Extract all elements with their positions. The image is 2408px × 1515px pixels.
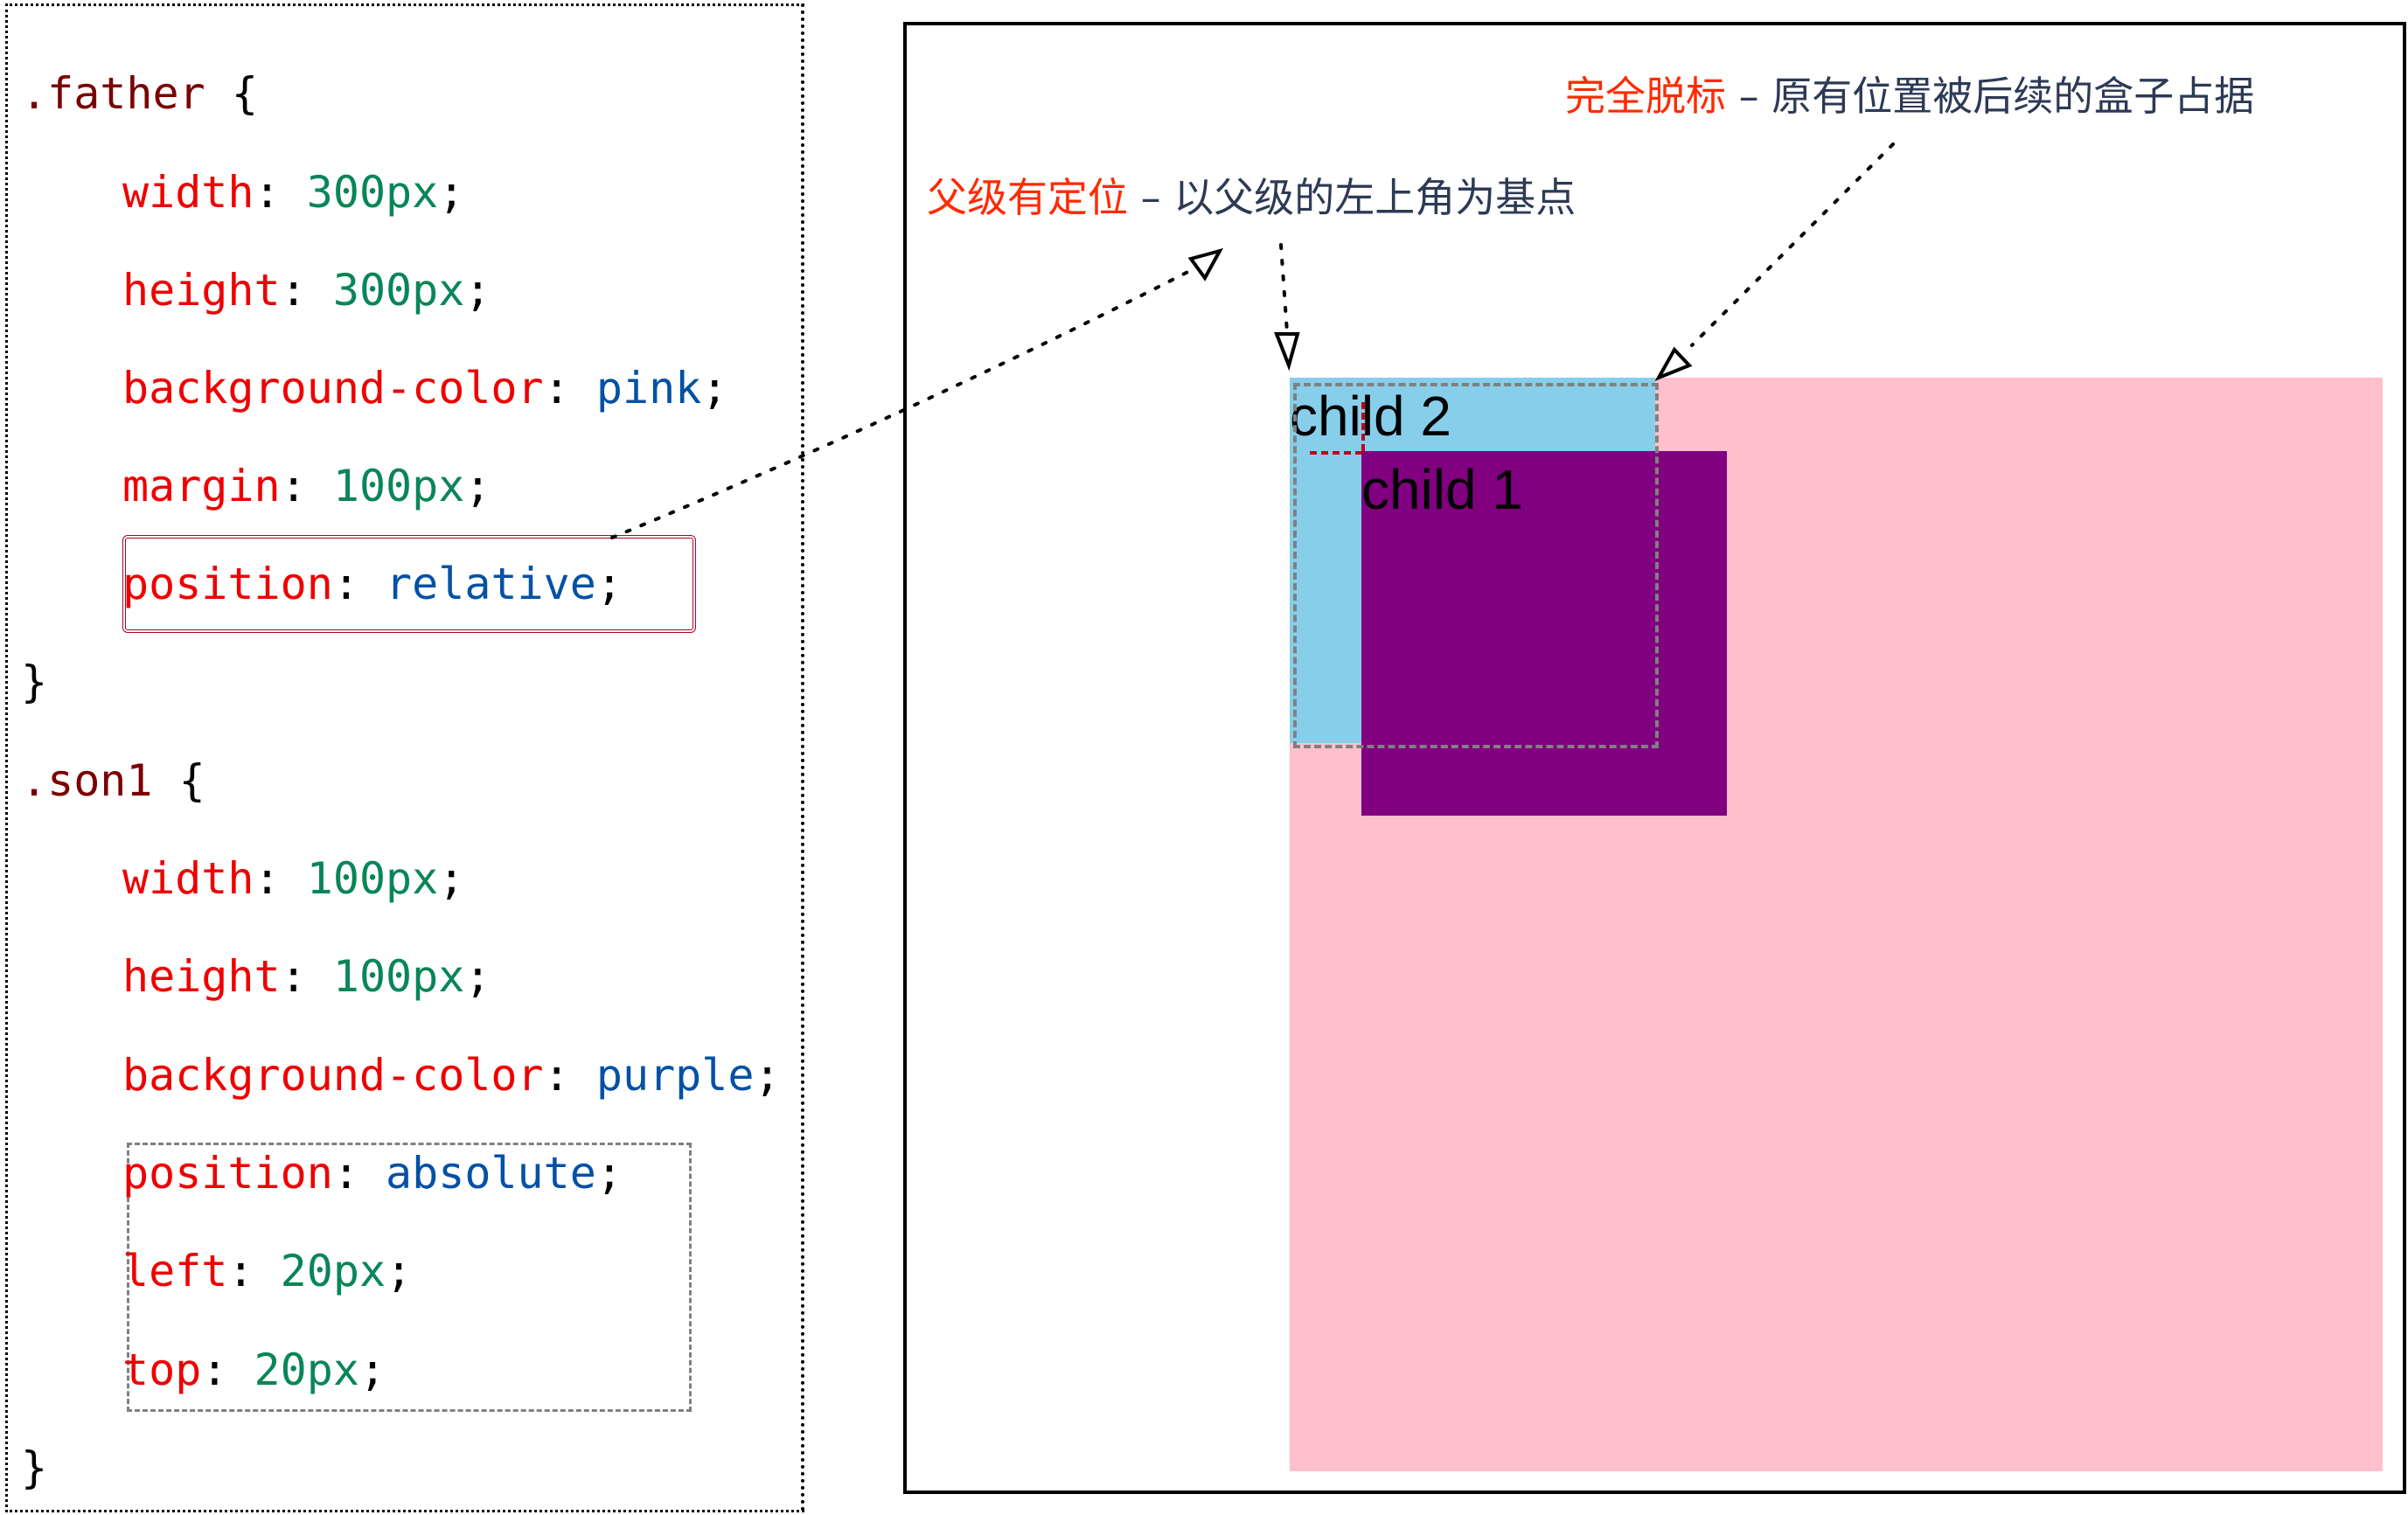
colon: :	[254, 853, 281, 904]
prop-value: absolute	[386, 1148, 596, 1199]
semicolon: ;	[754, 1050, 781, 1101]
annotation-parent-positioned-highlight: 父级有定位	[927, 174, 1128, 221]
decl-son1-left: left: 20px;	[122, 1245, 412, 1297]
open-brace: {	[231, 68, 258, 119]
semicolon: ;	[438, 167, 465, 218]
prop-name: left	[122, 1246, 228, 1296]
semicolon: ;	[358, 1345, 386, 1395]
original-position-outline	[1293, 383, 1659, 748]
semicolon: ;	[464, 951, 491, 1002]
decl-son1-bg: background-color: purple;	[122, 1049, 781, 1102]
prop-value: pink	[595, 363, 702, 413]
offset-left-indicator	[1310, 451, 1362, 455]
prop-value: purple	[595, 1050, 755, 1101]
father-rule-open: .father {	[21, 67, 258, 120]
semicolon: ;	[595, 1148, 623, 1199]
prop-name: position	[122, 559, 333, 609]
open-brace: {	[178, 755, 205, 806]
offset-top-indicator	[1361, 402, 1365, 451]
semicolon: ;	[438, 853, 465, 904]
prop-name: top	[122, 1345, 202, 1395]
semicolon: ;	[701, 363, 728, 413]
prop-value: 300px	[306, 167, 439, 218]
colon: :	[201, 1345, 228, 1395]
prop-value: 100px	[332, 461, 465, 511]
semicolon: ;	[464, 265, 491, 316]
prop-name: height	[122, 265, 281, 316]
prop-name: width	[122, 167, 254, 218]
prop-name: margin	[122, 461, 281, 511]
prop-value: 100px	[306, 853, 439, 904]
colon: :	[543, 363, 570, 413]
colon: :	[332, 559, 359, 609]
decl-son1-position: position: absolute;	[122, 1147, 623, 1199]
prop-value: 100px	[332, 951, 465, 1002]
decl-son1-top: top: 20px;	[122, 1344, 386, 1396]
prop-name: background-color	[122, 1050, 544, 1101]
prop-value: 300px	[332, 265, 465, 316]
colon: :	[280, 461, 307, 511]
semicolon: ;	[464, 461, 491, 511]
decl-father-height: height: 300px;	[122, 264, 491, 316]
son1-rule-close: }	[21, 1442, 47, 1494]
close-brace: }	[21, 1442, 48, 1493]
decl-father-position: position: relative;	[122, 558, 623, 610]
colon: :	[227, 1246, 254, 1296]
son1-selector: .son1	[21, 755, 153, 806]
annotation-parent-positioned: 父级有定位 – 以父级的左上角为基点	[927, 173, 1576, 222]
decl-son1-width: width: 100px;	[122, 852, 464, 905]
prop-name: height	[122, 951, 281, 1002]
colon: :	[332, 1148, 359, 1199]
colon: :	[254, 167, 281, 218]
semicolon: ;	[386, 1246, 413, 1296]
decl-father-bg: background-color: pink;	[122, 362, 727, 414]
semicolon: ;	[595, 559, 623, 609]
prop-value: relative	[386, 559, 596, 609]
decl-father-margin: margin: 100px;	[122, 460, 491, 512]
colon: :	[280, 951, 307, 1002]
annotation-out-of-flow: 完全脱标 – 原有位置被后续的盒子占据	[1565, 72, 2254, 121]
father-rule-close: }	[21, 656, 47, 708]
father-selector: .father	[21, 68, 205, 119]
annotation-out-of-flow-highlight: 完全脱标	[1565, 73, 1726, 120]
decl-son1-height: height: 100px;	[122, 950, 491, 1003]
prop-name: width	[122, 853, 254, 904]
prop-name: position	[122, 1148, 333, 1199]
annotation-out-of-flow-text: – 原有位置被后续的盒子占据	[1726, 73, 2255, 120]
close-brace: }	[21, 657, 48, 707]
colon: :	[543, 1050, 570, 1101]
colon: :	[280, 265, 307, 316]
annotation-parent-positioned-text: – 以父级的左上角为基点	[1128, 174, 1576, 221]
decl-father-width: width: 300px;	[122, 166, 464, 219]
prop-value: 20px	[254, 1345, 359, 1395]
prop-value: 20px	[280, 1246, 386, 1296]
prop-name: background-color	[122, 363, 544, 413]
son1-rule-open: .son1 {	[21, 754, 205, 807]
